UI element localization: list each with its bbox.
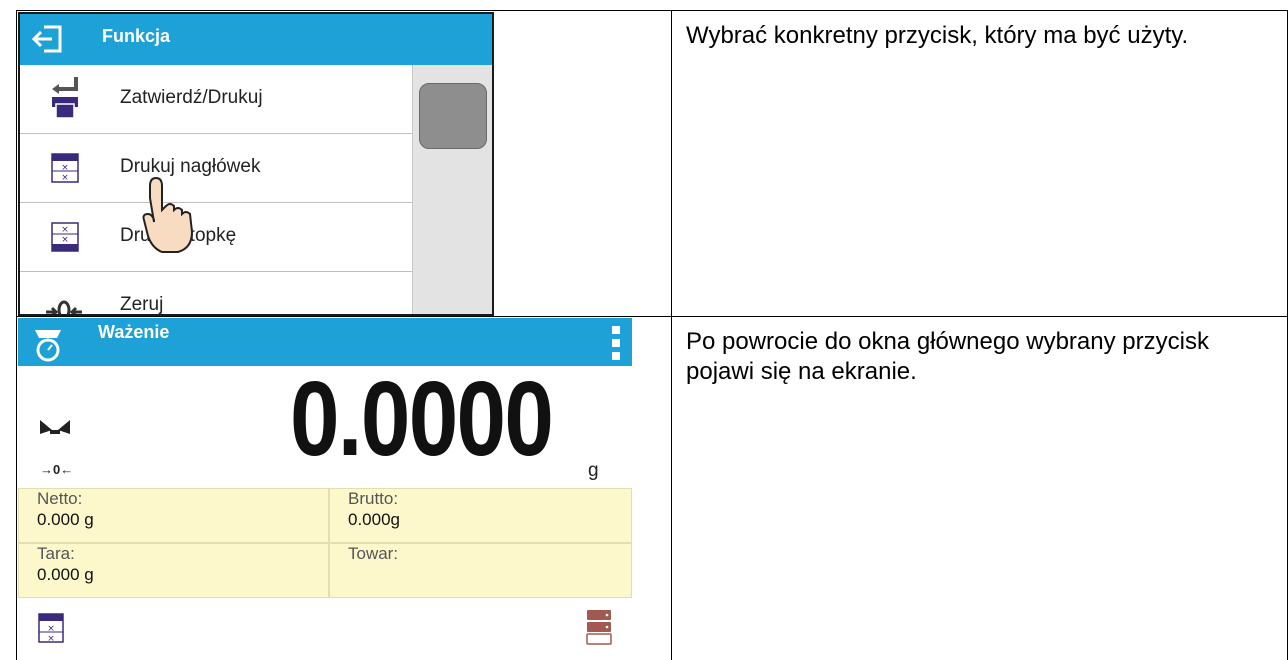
- print-header-button-icon[interactable]: × ×: [38, 612, 64, 644]
- back-arrow-icon[interactable]: [30, 23, 64, 55]
- instruction-table: Funkcja Zatwierdź/Drukuj × × Drukuj nagł…: [0, 0, 1288, 660]
- print-confirm-icon: [52, 77, 78, 119]
- info-key: Brutto:: [348, 489, 399, 508]
- svg-text:×: ×: [47, 634, 55, 644]
- svg-text:×: ×: [47, 624, 55, 634]
- more-menu-icon[interactable]: [612, 326, 620, 360]
- info-key: Netto:: [37, 489, 83, 508]
- svg-text:×: ×: [61, 173, 69, 183]
- menu-item-print-confirm[interactable]: Zatwierdź/Drukuj: [20, 65, 412, 134]
- row1-description: Wybrać konkretny przycisk, który ma być …: [686, 22, 1189, 49]
- print-footer-icon: × ×: [51, 222, 79, 252]
- weight-readout: 0.0000: [289, 360, 554, 478]
- weighing-title: Ważenie: [98, 322, 170, 342]
- row1-description-cell: Wybrać konkretny przycisk, który ma być …: [672, 11, 1287, 316]
- row2-description-cell: Po powrocie do okna głównego wybrany prz…: [672, 317, 1287, 660]
- weighing-screen: Ważenie →0← 0.0000 g Netto: 0.000 g Brut…: [18, 318, 632, 660]
- weight-unit: g: [588, 460, 599, 481]
- menu-item-label: Zeruj: [120, 294, 164, 315]
- print-header-icon: × ×: [51, 153, 79, 183]
- info-key: Towar:: [348, 544, 399, 563]
- scrollbar-thumb[interactable]: [419, 83, 487, 149]
- menu-item-label: Zatwierdź/Drukuj: [120, 87, 263, 108]
- table-border-left: [16, 10, 17, 660]
- zero-icon: [46, 300, 82, 314]
- svg-text:×: ×: [61, 163, 69, 173]
- info-value: 0.000 g: [37, 510, 94, 529]
- zero-indicator: →0←: [40, 462, 74, 477]
- menu-scrollbar[interactable]: [412, 65, 492, 314]
- info-towar: Towar:: [329, 543, 632, 598]
- menu-item-print-footer[interactable]: × × Drukuj stopkę: [20, 203, 412, 272]
- function-menu-screen: Funkcja Zatwierdź/Drukuj × × Drukuj nagł…: [18, 12, 494, 316]
- info-tara: Tara: 0.000 g: [18, 543, 329, 598]
- function-header: Funkcja: [20, 14, 492, 65]
- scale-icon[interactable]: [34, 328, 62, 362]
- info-brutto: Brutto: 0.000g: [329, 488, 632, 543]
- menu-item-print-header[interactable]: × × Drukuj nagłówek: [20, 134, 412, 203]
- row2-description: Po powrocie do okna głównego wybrany prz…: [686, 328, 1209, 385]
- database-icon[interactable]: [586, 608, 612, 646]
- pointing-hand-icon: [142, 176, 194, 253]
- info-panel: Netto: 0.000 g Brutto: 0.000g Tara: 0.00…: [18, 488, 632, 598]
- svg-text:×: ×: [61, 235, 69, 245]
- info-netto: Netto: 0.000 g: [18, 488, 329, 543]
- info-key: Tara:: [37, 544, 75, 563]
- info-value: 0.000 g: [37, 565, 94, 584]
- stability-indicator-icon: [40, 420, 70, 434]
- menu-item-label: Drukuj nagłówek: [120, 156, 261, 177]
- menu-item-zero[interactable]: Zeruj: [20, 272, 412, 315]
- weighing-header: Ważenie: [18, 318, 632, 366]
- svg-text:×: ×: [61, 225, 69, 235]
- function-title: Funkcja: [102, 26, 171, 46]
- info-value: 0.000g: [348, 510, 400, 529]
